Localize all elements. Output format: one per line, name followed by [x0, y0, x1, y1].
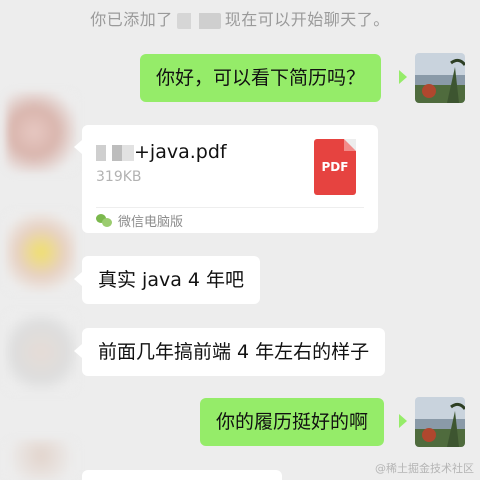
system-notice: 你已添加了 现在可以开始聊天了。 [0, 6, 480, 30]
file-message-card[interactable]: +java.pdf 319KB PDF 微信电脑版 [82, 125, 378, 233]
contact-message-bubble[interactable]: 真实 java 4 年吧 [82, 256, 261, 304]
pdf-file-icon: PDF [314, 139, 356, 195]
contact-avatar[interactable] [6, 212, 76, 292]
bubble-tail [74, 272, 82, 286]
my-avatar[interactable] [415, 397, 465, 447]
bubble-tail [74, 344, 82, 358]
contact-avatar[interactable] [6, 440, 76, 480]
file-source: 微信电脑版 [96, 211, 183, 230]
redacted-name [176, 12, 221, 29]
file-name: +java.pdf [96, 141, 227, 163]
bubble-tail [399, 70, 407, 84]
contact-avatar[interactable] [6, 92, 76, 172]
my-avatar[interactable] [415, 53, 465, 103]
message-text: 真实 java 4 年吧 [98, 269, 245, 291]
my-message-bubble[interactable]: 你的履历挺好的啊 [200, 398, 385, 446]
contact-message-bubble[interactable]: 前面几年搞前端 4 年左右的样子 [82, 328, 386, 376]
system-notice-suffix: 现在可以开始聊天了。 [224, 10, 390, 29]
contact-avatar[interactable] [6, 312, 76, 392]
message-text: 你的履历挺好的啊 [216, 411, 369, 433]
system-notice-prefix: 你已添加了 [90, 10, 173, 29]
my-message-bubble[interactable]: 你好，可以看下简历吗？ [140, 54, 382, 102]
redacted-filename-prefix [96, 144, 134, 161]
wechat-icon [96, 214, 112, 227]
message-text: 前面几年搞前端 4 年左右的样子 [98, 341, 370, 363]
message-text: 你好，可以看下简历吗？ [156, 67, 366, 89]
divider [96, 207, 364, 208]
bubble-tail [399, 414, 407, 428]
contact-message-bubble-partial [82, 470, 282, 480]
bubble-tail [74, 140, 82, 154]
source-label: 微信电脑版 [118, 215, 184, 230]
watermark: @稀土掘金技术社区 [375, 462, 474, 475]
file-size: 319KB [96, 169, 142, 185]
